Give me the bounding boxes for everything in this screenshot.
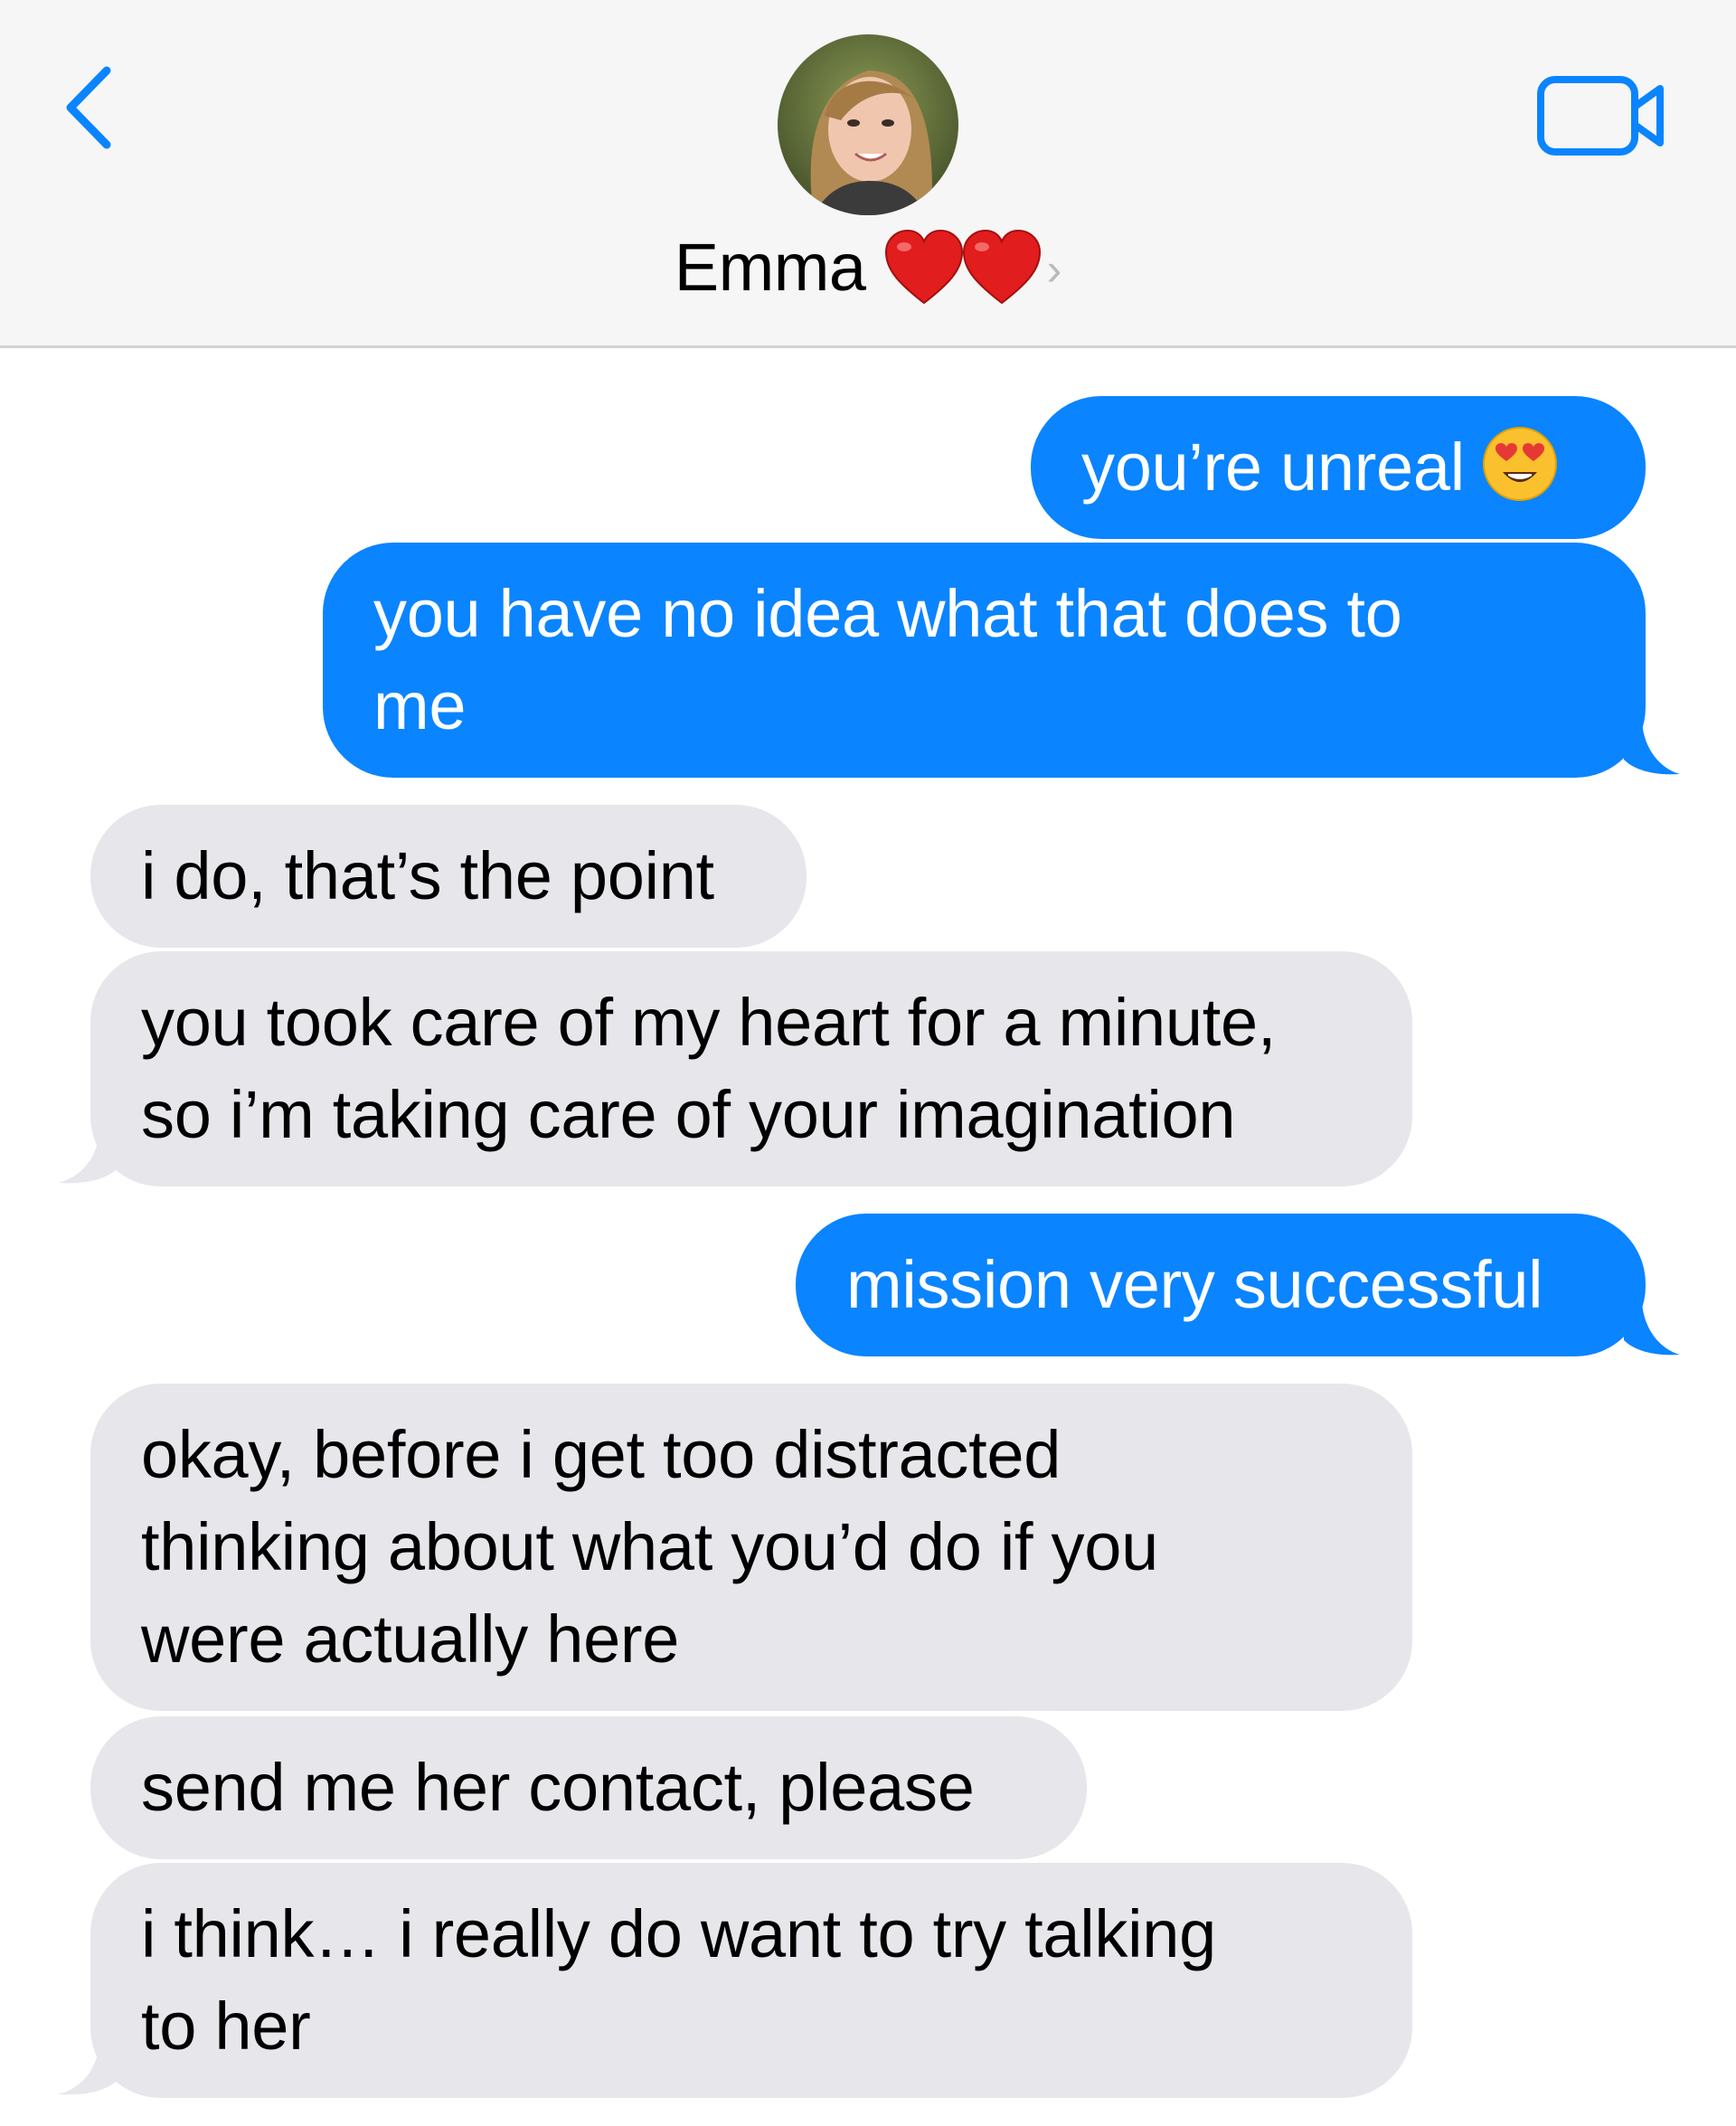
message-text-line: you took care of my heart for a minute, [141,985,1277,1060]
contact-name-emoji [884,227,1043,307]
received-message-bubble[interactable]: i think… i really do want to try talking… [90,1863,1412,2098]
back-button[interactable] [54,58,127,157]
contact-name-button[interactable]: Emma › [0,217,1736,317]
message-text-line: me [373,668,467,743]
message-text-line: you have no idea what that does to [373,576,1402,651]
received-bubble-tail [54,2042,118,2096]
sent-message-bubble[interactable]: you have no idea what that does to me [323,543,1646,778]
message-text-line: i think… i really do want to try talking [141,1896,1216,1971]
message-text-line: so i’m taking care of your imagination [141,1077,1236,1152]
message-text: you’re unreal [1081,430,1465,505]
message-text: i do, that’s the point [141,838,714,913]
sent-message-bubble[interactable]: you’re unreal [1031,396,1646,539]
sent-message-bubble[interactable]: mission very successful [796,1214,1646,1356]
received-message-bubble[interactable]: okay, before i get too distracted thinki… [90,1384,1412,1711]
video-camera-icon [1537,76,1664,156]
message-text-line: to her [141,1989,311,2064]
chevron-left-icon [66,66,111,149]
sent-bubble-tail [1624,1302,1687,1356]
red-heart-icon [960,227,1043,307]
message-text-line: were actually here [141,1602,680,1677]
received-bubble-tail [54,1130,118,1185]
received-message-bubble[interactable]: i do, that’s the point [90,805,807,948]
red-heart-icon [882,227,966,307]
heart-eyes-emoji-icon [1481,425,1559,503]
messages-screen: Emma › you’re unreal you have no idea wh… [0,0,1736,2126]
received-message-bubble[interactable]: send me her contact, please [90,1716,1087,1859]
contact-name: Emma [674,229,866,305]
sent-bubble-tail [1624,722,1687,776]
message-text: mission very successful [846,1247,1543,1322]
conversation-header: Emma › [0,0,1736,348]
message-text: send me her contact, please [141,1750,975,1825]
message-text-line: okay, before i get too distracted [141,1417,1061,1492]
chevron-right-icon: › [1046,244,1062,295]
message-text-line: thinking about what you’d do if you [141,1509,1158,1584]
avatar-photo [778,34,958,215]
received-message-bubble[interactable]: you took care of my heart for a minute, … [90,951,1412,1186]
contact-avatar[interactable] [778,34,958,215]
facetime-video-button[interactable] [1533,71,1669,161]
